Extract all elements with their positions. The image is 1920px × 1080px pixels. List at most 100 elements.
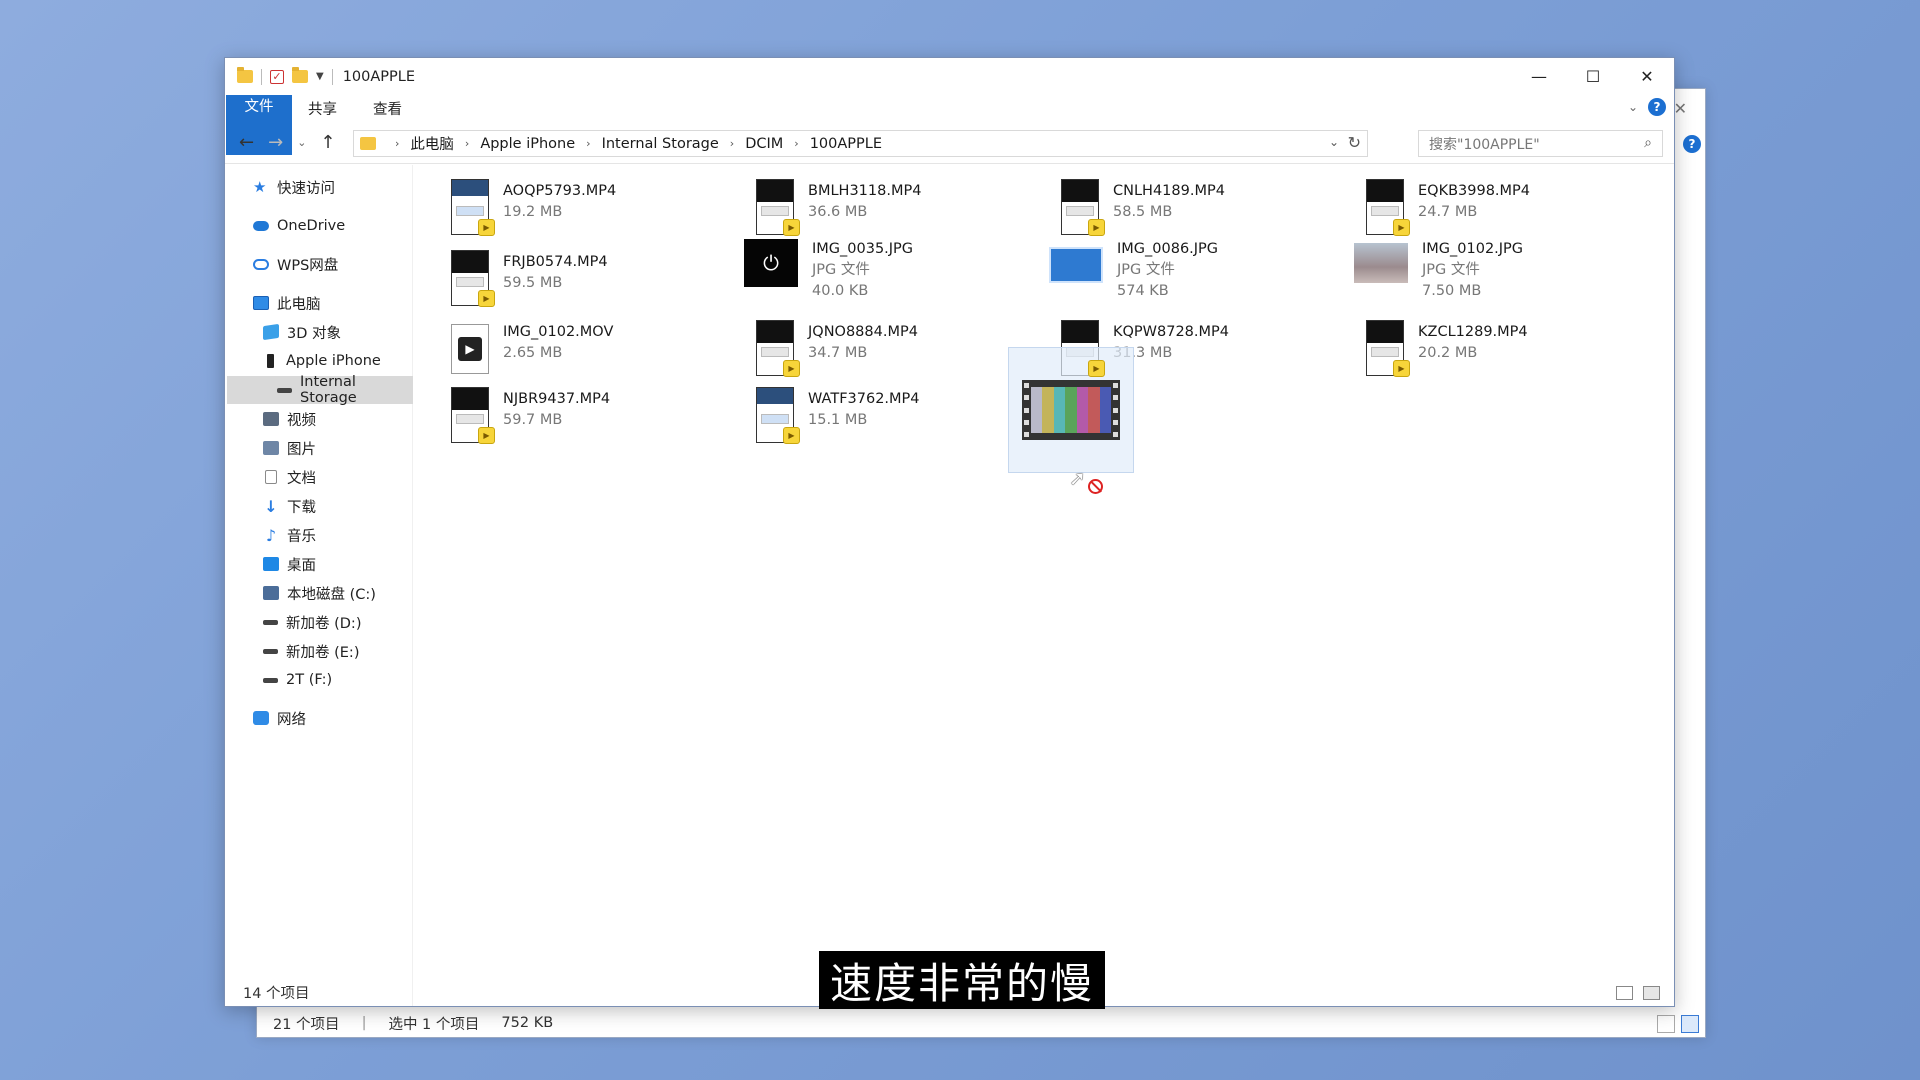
file-item[interactable]: ▶ CNLH4189.MP4 58.5 MB [1061, 179, 1361, 239]
video-file-icon [1022, 380, 1120, 440]
maximize-button[interactable]: ☐ [1566, 58, 1620, 95]
file-size: 40.0 KB [812, 283, 869, 299]
sidebar-item-this-pc[interactable]: 此电脑 [253, 289, 321, 317]
file-size: 15.1 MB [808, 412, 868, 428]
minimize-button[interactable]: — [1512, 58, 1566, 95]
sidebar-item-label: OneDrive [277, 218, 346, 234]
sidebar-item-label: 此电脑 [277, 296, 321, 313]
back-arrow-icon[interactable]: ← [239, 132, 254, 153]
details-view-icon[interactable] [1616, 986, 1633, 1000]
properties-icon[interactable]: ✓ [270, 69, 284, 84]
sidebar-item-drive-e[interactable]: 新加卷 (E:) [263, 637, 359, 665]
sidebar-item-quick-access[interactable]: ★ 快速访问 [253, 173, 335, 201]
sidebar-item-pictures[interactable]: 图片 [263, 434, 316, 462]
address-dropdown-icon[interactable]: ⌄ [1329, 135, 1339, 149]
customize-toolbar-icon[interactable]: ▼ [316, 71, 324, 82]
search-icon[interactable]: ⌕ [1644, 135, 1652, 151]
video-thumbnail: ▶ [1061, 179, 1105, 236]
breadcrumb-apple-iphone[interactable]: Apple iPhone [480, 136, 575, 152]
file-size: 574 KB [1117, 283, 1169, 299]
breadcrumb-dcim[interactable]: DCIM [745, 136, 783, 152]
sidebar-item-onedrive[interactable]: OneDrive [253, 212, 345, 240]
tab-share[interactable]: 共享 [290, 95, 355, 122]
large-icons-view-icon[interactable] [1681, 1015, 1699, 1033]
file-item[interactable]: IMG_0086.JPG JPG 文件 574 KB [1049, 237, 1349, 299]
file-item[interactable]: ▶ KZCL1289.MP4 20.2 MB [1366, 320, 1666, 380]
close-button[interactable]: ✕ [1620, 58, 1674, 95]
search-input[interactable]: 搜索"100APPLE" [1429, 134, 1540, 154]
refresh-icon[interactable]: ↻ [1348, 133, 1361, 152]
mouse-cursor-icon: ➚ [1069, 466, 1086, 490]
file-type: JPG 文件 [812, 262, 870, 278]
video-badge-icon: ▶ [1088, 219, 1105, 236]
file-size: 59.5 MB [503, 275, 563, 291]
file-name: IMG_0102.JPG [1422, 241, 1524, 257]
help-icon[interactable]: ? [1648, 98, 1666, 116]
file-name: AOQP5793.MP4 [503, 183, 617, 199]
file-item[interactable]: ▶ AOQP5793.MP4 19.2 MB [451, 179, 751, 239]
file-item[interactable]: ▶ NJBR9437.MP4 59.7 MB [451, 387, 751, 447]
forward-arrow-icon[interactable]: → [268, 132, 283, 153]
video-thumbnail: ▶ [756, 320, 800, 377]
sidebar-item-drive-f[interactable]: 2T (F:) [263, 666, 332, 694]
large-icons-view-icon[interactable] [1643, 986, 1660, 1000]
breadcrumb-this-pc[interactable]: 此电脑 [410, 133, 454, 154]
sidebar-item-videos[interactable]: 视频 [263, 405, 316, 433]
sidebar-item-drive-d[interactable]: 新加卷 (D:) [263, 608, 361, 636]
address-bar[interactable]: › 此电脑 › Apple iPhone › Internal Storage … [353, 130, 1368, 157]
file-size: 59.7 MB [503, 412, 563, 428]
sidebar-item-3d-objects[interactable]: 3D 对象 [263, 318, 341, 346]
chevron-right-icon[interactable]: › [794, 137, 798, 150]
sidebar-item-label: 视频 [287, 412, 316, 429]
sidebar-item-desktop[interactable]: 桌面 [263, 550, 316, 578]
video-badge-icon: ▶ [1393, 219, 1410, 236]
sidebar-item-music[interactable]: ♪ 音乐 [263, 521, 316, 549]
video-badge-icon: ▶ [783, 427, 800, 444]
recent-locations-icon[interactable]: ⌄ [297, 136, 306, 149]
close-icon[interactable]: ✕ [1674, 99, 1687, 118]
breadcrumb-100apple[interactable]: 100APPLE [810, 136, 882, 152]
computer-icon [253, 296, 269, 310]
sidebar-item-downloads[interactable]: ↓ 下载 [263, 492, 316, 520]
chevron-right-icon[interactable]: › [465, 137, 469, 150]
image-thumbnail [1354, 243, 1408, 283]
desktop-icon [263, 557, 279, 571]
sidebar-item-documents[interactable]: 文档 [263, 463, 316, 491]
new-folder-icon[interactable] [292, 67, 308, 83]
file-item[interactable]: ▶ IMG_0102.MOV 2.65 MB [451, 320, 751, 380]
details-view-icon[interactable] [1657, 1015, 1675, 1033]
star-icon: ★ [253, 178, 267, 196]
file-item[interactable]: ⏻ IMG_0035.JPG JPG 文件 40.0 KB [744, 237, 1044, 299]
file-item[interactable]: IMG_0102.JPG JPG 文件 7.50 MB [1354, 237, 1654, 299]
file-type: JPG 文件 [1422, 262, 1480, 278]
sidebar-item-label: 网络 [277, 711, 306, 728]
tab-view[interactable]: 查看 [355, 95, 420, 122]
video-badge-icon: ▶ [1393, 360, 1410, 377]
sidebar-item-drive-c[interactable]: 本地磁盘 (C:) [263, 579, 376, 607]
search-box[interactable]: 搜索"100APPLE" ⌕ [1418, 130, 1663, 157]
file-size: 19.2 MB [503, 204, 563, 220]
sidebar-item-apple-iphone[interactable]: Apple iPhone [263, 347, 381, 375]
sidebar-item-network[interactable]: 网络 [253, 704, 306, 732]
file-item[interactable]: ▶ EQKB3998.MP4 24.7 MB [1366, 179, 1666, 239]
video-badge-icon: ▶ [1088, 360, 1105, 377]
window-controls: — ☐ ✕ [1512, 58, 1674, 95]
breadcrumb-internal-storage[interactable]: Internal Storage [602, 136, 719, 152]
toolbar-divider [331, 68, 333, 85]
network-icon [253, 711, 269, 725]
sidebar-item-internal-storage[interactable]: Internal Storage [227, 374, 413, 406]
file-item[interactable]: ▶ FRJB0574.MP4 59.5 MB [451, 250, 751, 310]
file-name: IMG_0086.JPG [1117, 241, 1219, 257]
chevron-right-icon[interactable]: › [730, 137, 734, 150]
help-icon[interactable]: ? [1683, 135, 1701, 153]
chevron-right-icon[interactable]: › [586, 137, 590, 150]
music-icon: ♪ [265, 525, 277, 545]
video-badge-icon: ▶ [478, 219, 495, 236]
drive-icon [263, 619, 278, 625]
up-arrow-icon[interactable]: ↑ [320, 132, 335, 153]
file-item[interactable]: ▶ BMLH3118.MP4 36.6 MB [756, 179, 1056, 239]
sidebar-item-wps[interactable]: WPS网盘 [253, 250, 338, 278]
selection-size: 752 KB [501, 1015, 554, 1031]
expand-ribbon-icon[interactable]: ⌄ [1628, 100, 1638, 114]
chevron-right-icon[interactable]: › [395, 137, 399, 150]
